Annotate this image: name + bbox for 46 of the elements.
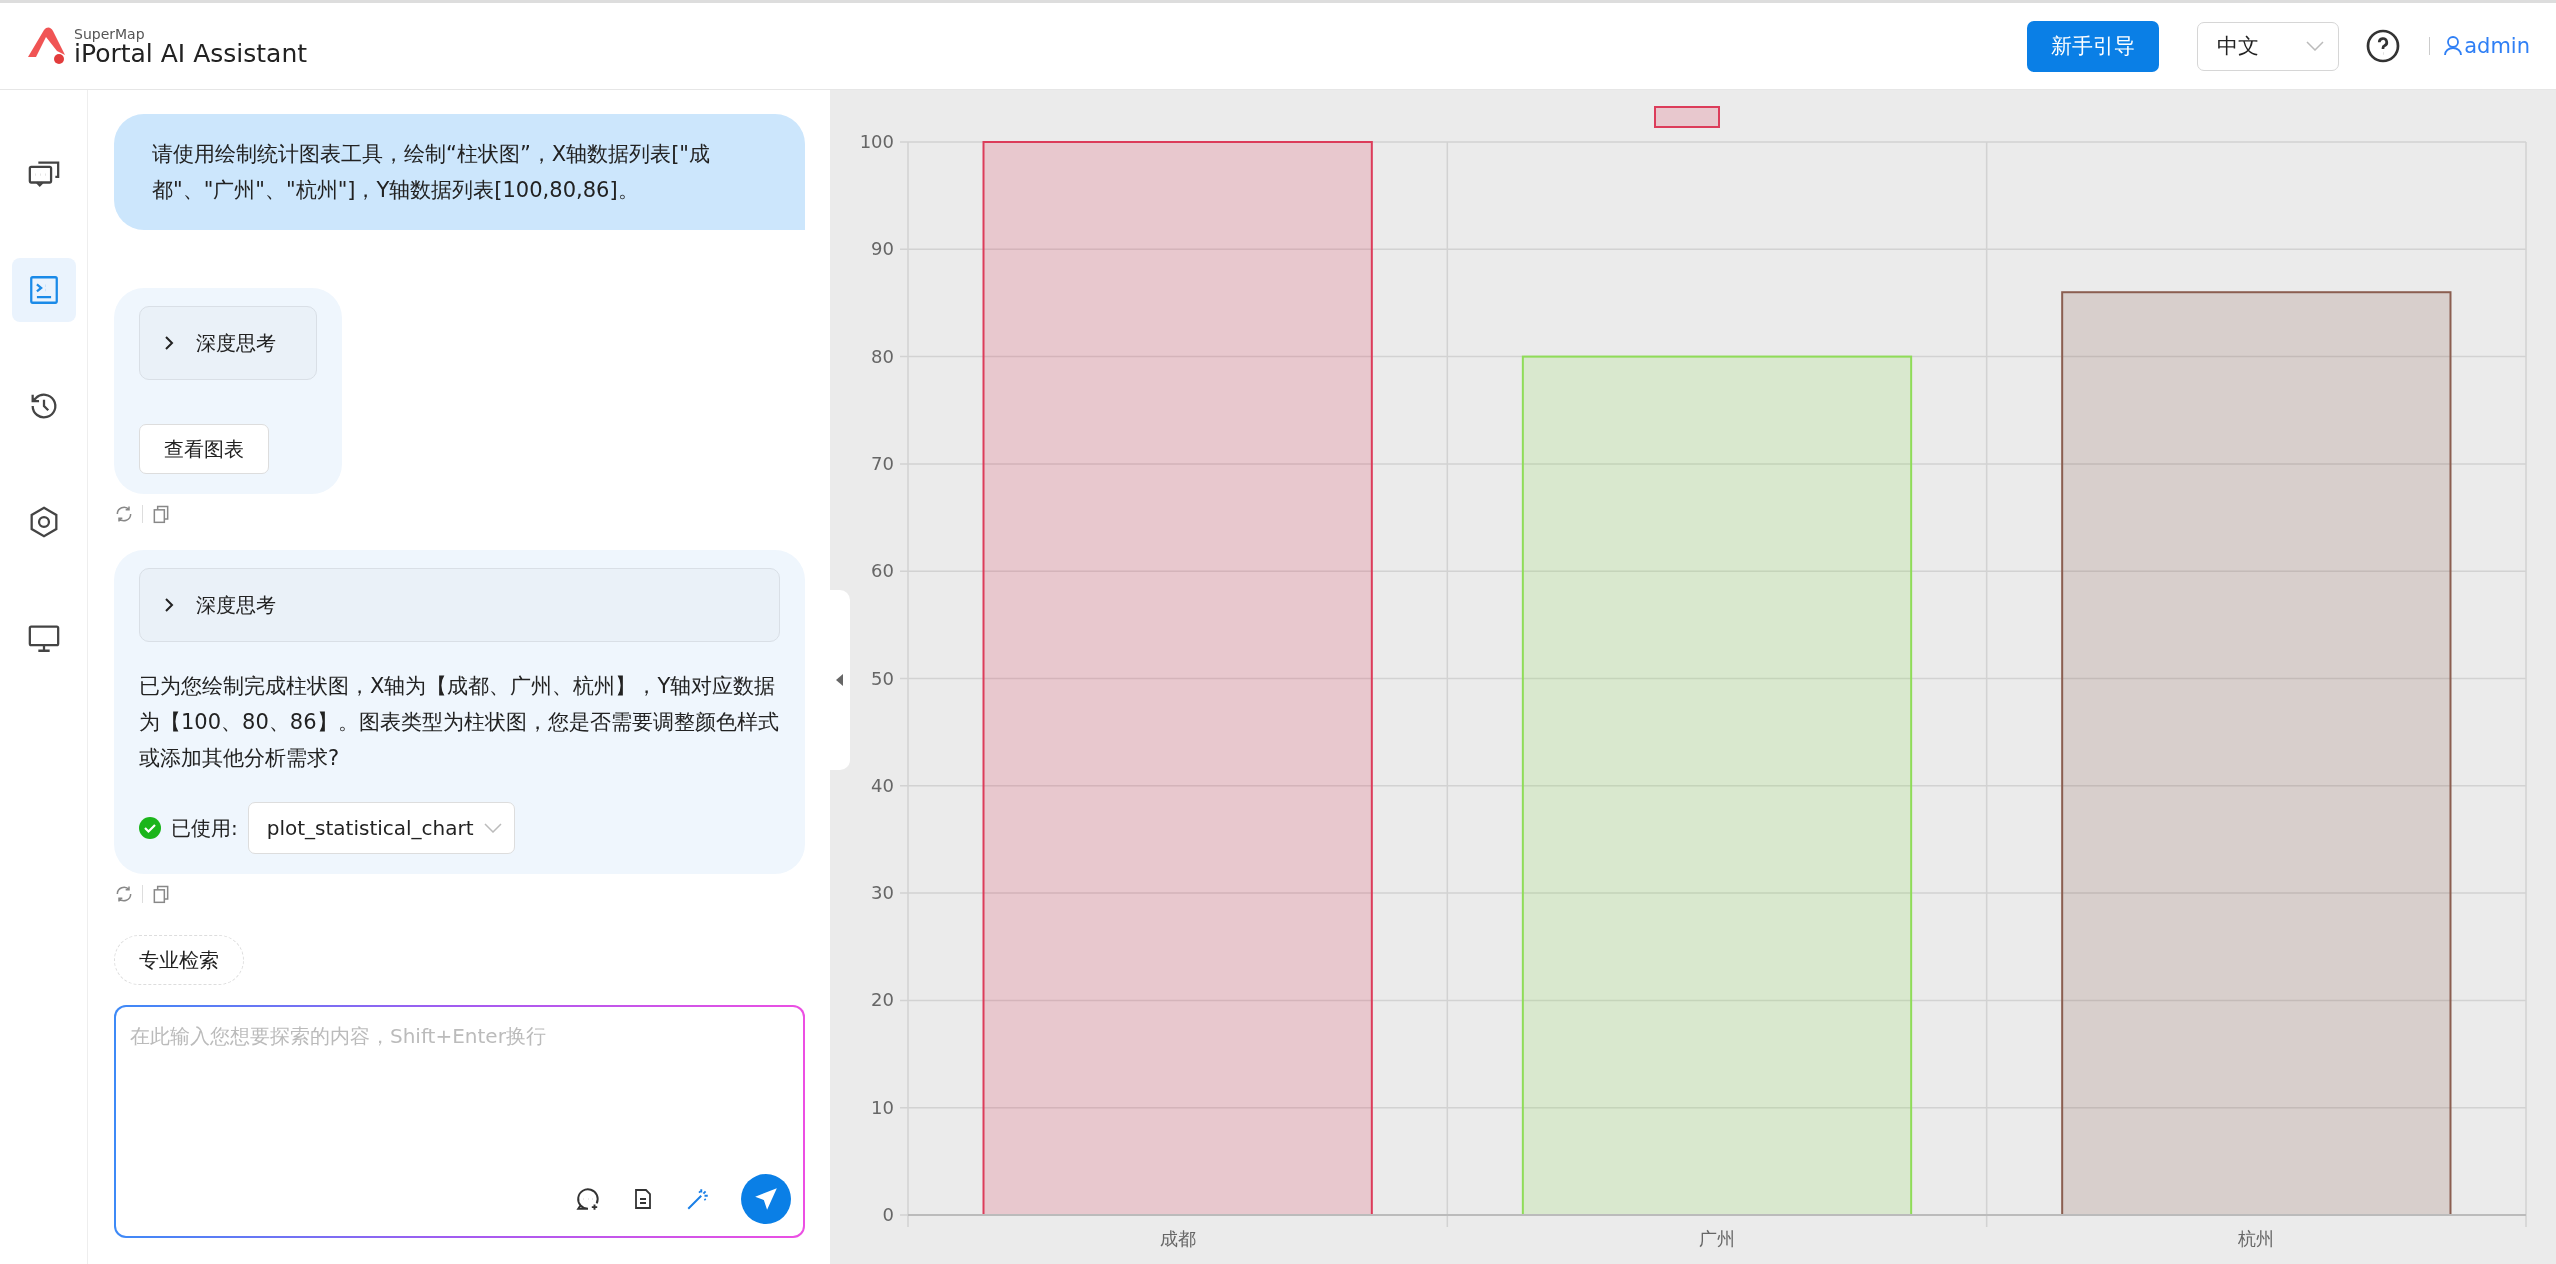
y-tick-label: 100 (859, 131, 894, 152)
search-chip[interactable]: 专业检索 (114, 935, 244, 985)
y-tick-label: 90 (871, 238, 894, 260)
y-tick-label: 0 (882, 1204, 894, 1225)
copy-icon[interactable] (151, 504, 171, 524)
check-circle-icon (139, 817, 161, 839)
brand-name: SuperMap (74, 26, 145, 41)
collapse-handle[interactable] (830, 590, 850, 770)
chat-add-icon[interactable] (575, 1186, 601, 1212)
x-tick-label: 成都 (1159, 1228, 1196, 1249)
chevron-right-icon (164, 597, 174, 613)
chevron-down-icon (483, 823, 502, 833)
logo-icon (26, 27, 68, 65)
y-tick-label: 80 (871, 345, 894, 367)
user-message: 请使用绘制统计图表工具，绘制“柱状图”，X轴数据列表["成都"、"广州"、"杭州"]，Y轴数据列表[100,80,86]。 (114, 114, 805, 230)
x-tick-label: 杭州 (2238, 1228, 2275, 1249)
chevron-right-icon (164, 335, 174, 351)
refresh-icon[interactable] (114, 884, 134, 904)
send-icon (753, 1186, 779, 1212)
assistant-text: 已为您绘制完成柱状图，X轴为【成都、广州、杭州】，Y轴对应数据为【100、80、86】。图表类型为柱状图，您是否需要调整颜色样式或添加其他分析需求? (139, 673, 780, 772)
user-link[interactable]: admin (2444, 34, 2530, 58)
language-select[interactable]: 中文 (2197, 21, 2340, 71)
y-tick-label: 20 (871, 989, 894, 1011)
chat-input-field[interactable]: 在此输入您想要探索的内容，Shift+Enter换行 (114, 1005, 805, 1238)
copy-icon[interactable] (151, 884, 171, 904)
product-name: iPortal AI Assistant (74, 40, 308, 66)
thinking-toggle[interactable]: 深度思考 (139, 568, 780, 642)
guide-button[interactable]: 新手引导 (2027, 20, 2160, 72)
caret-left-icon (836, 674, 844, 686)
y-tick-label: 60 (871, 560, 894, 582)
chevron-down-icon (2306, 41, 2325, 51)
x-tick-label: 广州 (1699, 1228, 1735, 1249)
tool-label: 已使用: (171, 814, 238, 842)
tool-select[interactable]: plot_statistical_chart (247, 802, 515, 854)
y-tick-label: 40 (871, 774, 894, 796)
send-button[interactable] (741, 1174, 791, 1224)
y-tick-label: 10 (871, 1096, 894, 1118)
user-icon (2444, 36, 2463, 56)
help-icon[interactable] (2365, 28, 2402, 64)
magic-wand-icon[interactable] (685, 1186, 711, 1212)
view-chart-button[interactable]: 查看图表 (139, 424, 269, 474)
refresh-icon[interactable] (114, 504, 134, 524)
y-tick-label: 30 (871, 882, 894, 904)
y-tick-label: 50 (871, 667, 894, 689)
thinking-toggle[interactable]: 深度思考 (139, 306, 317, 380)
y-tick-label: 70 (871, 452, 894, 474)
